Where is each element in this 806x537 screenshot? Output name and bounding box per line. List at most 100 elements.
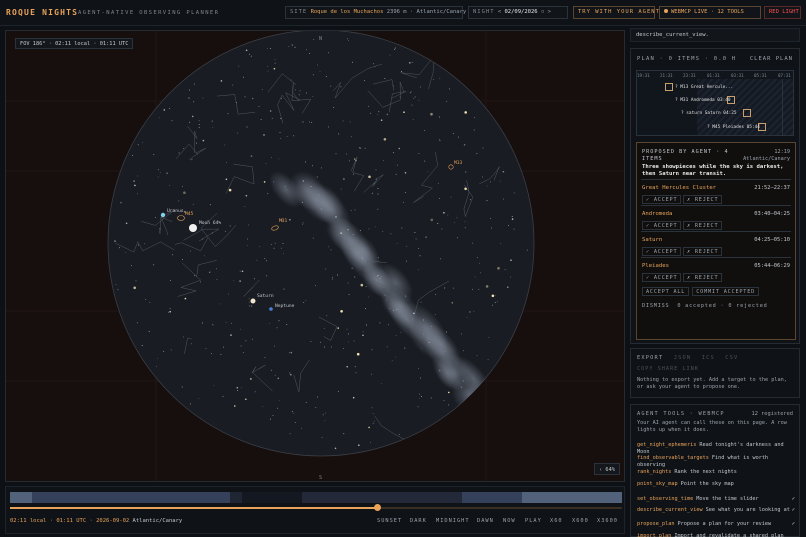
gantt-hour: 21:31 (660, 73, 673, 78)
proposal-item-name: Great Hercules Cluster (642, 185, 717, 191)
accept-button[interactable]: ✓ ACCEPT (642, 273, 682, 282)
next-night-button[interactable]: > (548, 9, 551, 15)
gantt-item[interactable]: ? M13 Great Hercule... (675, 85, 733, 90)
night-label: NIGHT (473, 9, 495, 15)
moonlit-segment-2 (462, 492, 522, 503)
tool-row: describe_current_view See what you are lo… (637, 507, 795, 514)
proposal-header: PROPOSED BY AGENT · 4 ITEMS (642, 149, 729, 162)
slider-thumb[interactable] (373, 504, 381, 511)
now-button[interactable]: NOW (503, 518, 516, 524)
night-date-input[interactable]: 02/09/2026 (505, 9, 538, 15)
gantt-hour: 23:31 (683, 73, 696, 78)
proposal-item: Great Hercules Cluster 21:52–22:37 ✓ ACC… (641, 179, 791, 204)
time-text: 02:11 local · 01:11 UTC · 2026-09-02 (10, 518, 130, 524)
accept-button[interactable]: ✓ ACCEPT (642, 247, 682, 256)
tool-called-check-icon: ✓ (791, 521, 795, 527)
export-csv-button[interactable]: CSV (725, 355, 738, 361)
export-json-button[interactable]: JSON (674, 355, 692, 361)
tool-name: rank_nights (637, 469, 672, 475)
uranus-label: Uranus (167, 208, 184, 214)
proposal-item-window: 03:40–04:25 (754, 211, 790, 217)
gantt-hour: 01:31 (707, 73, 720, 78)
tool-description: Propose a plan for your review (677, 521, 772, 527)
tool-name: propose_plan (637, 521, 675, 527)
midnight-button[interactable]: MIDNIGHT (436, 518, 470, 524)
cardinal-s: S (319, 475, 322, 481)
reject-button[interactable]: ✗ REJECT (683, 247, 723, 256)
tool-description: Rank the next nights (674, 469, 737, 475)
agent-tools-panel: AGENT TOOLS · WEBMCP 12 registered Your … (630, 404, 800, 537)
reject-button[interactable]: ✗ REJECT (683, 221, 723, 230)
gantt-bar[interactable] (743, 109, 751, 117)
tool-row: find_observable_targets Find what is wort… (637, 455, 795, 468)
tool-row: import_plan Import and revalidate a share… (637, 533, 795, 537)
gantt-item[interactable]: ? M31 Andromeda 03:40 (675, 98, 731, 103)
red-light-button[interactable]: RED LIGHT (764, 6, 801, 19)
export-ics-button[interactable]: ICS (702, 355, 715, 361)
calendar-icon[interactable]: ▫ (541, 9, 544, 15)
plan-title: PLAN · 0 ITEMS · 0.0 H (637, 56, 737, 62)
proposal-tz: Atlantic/Canary (743, 156, 790, 162)
tool-row: propose_plan Propose a plan for your revi… (637, 521, 795, 528)
twilight-segment (10, 492, 32, 503)
gantt-hour: 07:31 (778, 73, 791, 78)
proposal-item-name: Andromeda (642, 211, 673, 217)
commit-accepted-button[interactable]: COMMIT ACCEPTED (692, 287, 760, 296)
webmcp-live-label: WEBMCP LIVE · 12 TOOLS (671, 9, 744, 15)
gantt-item[interactable]: ? saturn Saturn 04:25 (681, 111, 737, 116)
neptune-label: Neptune (275, 303, 295, 309)
dawn-button[interactable]: DAWN (477, 518, 494, 524)
sky-chart[interactable]: N S Uranus Moon 64% M45 M31 M13 Saturn N… (6, 31, 625, 482)
webmcp-live-badge[interactable]: WEBMCP LIVE · 12 TOOLS (659, 6, 761, 19)
proposal-time: 12:19 Atlantic/Canary (743, 149, 790, 163)
agent-proposal: PROPOSED BY AGENT · 4 ITEMS 12:19 Atlanti… (636, 142, 796, 340)
speed-x3600-button[interactable]: X3600 (597, 518, 618, 524)
proposal-item: Saturn 04:25–05:10 ✓ ACCEPT ✗ REJECT (641, 231, 791, 256)
speed-x60-button[interactable]: X60 (550, 518, 563, 524)
speed-x600-button[interactable]: X600 (572, 518, 589, 524)
tool-name: find_observable_targets (637, 455, 709, 461)
proposal-clock: 12:19 (774, 149, 790, 155)
sunset-button[interactable]: SUNSET (377, 518, 402, 524)
app-tagline: AGENT-NATIVE OBSERVING PLANNER (78, 10, 220, 16)
proposal-item-window: 04:25–05:10 (754, 237, 790, 243)
proposal-message: Three showpieces while the sky is darkes… (642, 164, 784, 177)
copy-share-link-button[interactable]: COPY SHARE LINK (637, 366, 699, 372)
gantt-item[interactable]: ? M45 Pleiades 05:44 (707, 125, 760, 130)
gantt-scroll[interactable] (782, 81, 790, 135)
try-with-agent-button[interactable]: TRY WITH YOUR AGENT (573, 6, 659, 19)
plan-panel: PLAN · 0 ITEMS · 0.0 H CLEAR PLAN 19:31 … (630, 48, 800, 344)
prev-night-button[interactable]: < (498, 9, 501, 15)
gantt-bar[interactable] (665, 83, 673, 91)
site-detail: 2396 m · Atlantic/Canary (386, 9, 467, 15)
tool-name: import_plan (637, 533, 672, 537)
gantt-hour: 05:31 (754, 73, 767, 78)
proposal-footer: DISMISS 0 accepted · 0 rejected (642, 303, 768, 309)
plan-gantt: 19:31 21:31 23:31 01:31 03:31 05:31 07:3… (636, 70, 794, 136)
tool-name: describe_current_view (637, 507, 703, 513)
zoom-button[interactable]: ‹ 64% (594, 463, 620, 475)
timeline-panel: 02:11 local · 01:11 UTC · 2026-09-02 Atl… (5, 486, 625, 534)
accept-all-button[interactable]: ACCEPT ALL (642, 287, 690, 296)
live-dot-icon (664, 9, 668, 13)
time-slider[interactable] (10, 504, 622, 511)
tool-called-check-icon: ✓ (791, 496, 795, 502)
clear-plan-button[interactable]: CLEAR PLAN (750, 56, 793, 62)
dark-button[interactable]: DARK (410, 518, 427, 524)
reject-button[interactable]: ✗ REJECT (683, 195, 723, 204)
dismiss-button[interactable]: DISMISS (642, 303, 669, 309)
export-note: Nothing to export yet. Add a target to t… (637, 377, 787, 390)
gantt-hour: 19:31 (637, 73, 650, 78)
play-button[interactable]: PLAY (525, 518, 542, 524)
tool-name: get_night_ephemeris (637, 442, 697, 448)
accept-button[interactable]: ✓ ACCEPT (642, 195, 682, 204)
accept-button[interactable]: ✓ ACCEPT (642, 221, 682, 230)
tool-row: get_night_ephemeris Read tonight's darkne… (637, 442, 795, 455)
darkness-strip[interactable] (10, 492, 622, 503)
site-selector[interactable]: SITE Roque de los Muchachos 2396 m · Atl… (285, 6, 467, 19)
proposal-item-name: Saturn (642, 237, 663, 243)
night-picker: NIGHT < 02/09/2026 ▫ > (468, 6, 568, 19)
sky-map[interactable]: N S Uranus Moon 64% M45 M31 M13 Saturn N… (5, 30, 625, 482)
reject-button[interactable]: ✗ REJECT (683, 273, 723, 282)
saturn-label: Saturn (257, 293, 274, 299)
